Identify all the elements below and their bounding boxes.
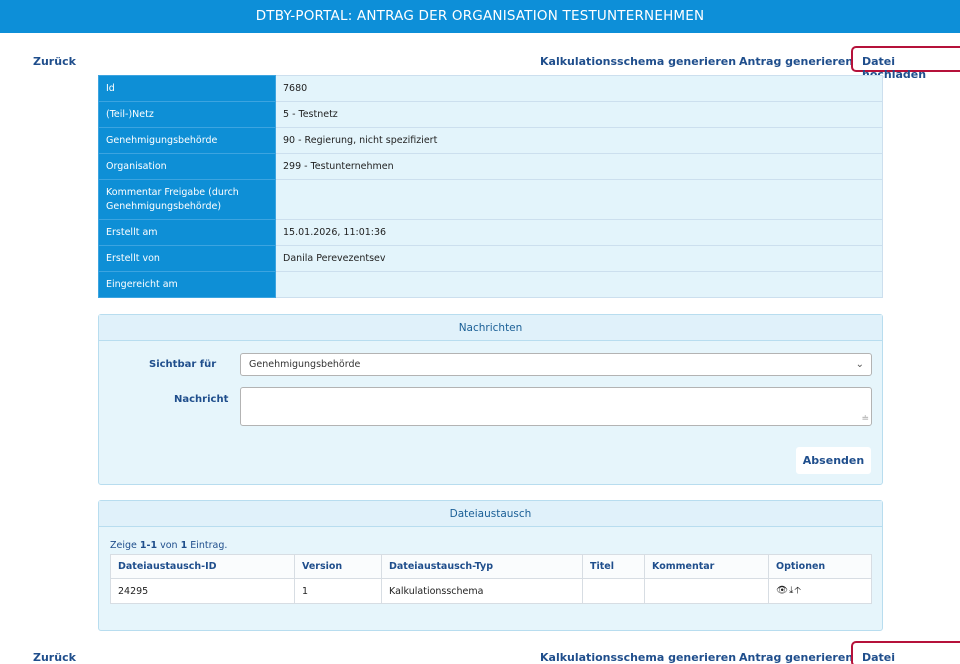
detail-row: Id 7680 — [98, 75, 883, 102]
detail-value — [275, 179, 883, 220]
summary-suffix: Eintrag. — [187, 540, 228, 551]
detail-value: Danila Perevezentsev — [275, 245, 883, 272]
column-header: Optionen — [768, 554, 872, 579]
detail-label: Organisation — [98, 153, 276, 180]
upload-arrow-icon[interactable]: 🡡 — [794, 585, 802, 596]
detail-row: Genehmigungsbehörde 90 - Regierung, nich… — [98, 127, 883, 154]
resize-handle-icon[interactable]: ≐ — [861, 414, 869, 424]
visible-for-select[interactable]: Genehmigungsbehörde ⌄ — [240, 353, 872, 376]
detail-value: 7680 — [275, 75, 883, 102]
column-header[interactable]: Version — [294, 554, 382, 579]
table-header-row: Dateiaustausch-ID Version Dateiaustausch… — [110, 554, 872, 579]
file-options-cell: 👁︎⤓🡡 — [768, 578, 872, 604]
back-link-bottom[interactable]: Zurück — [33, 651, 76, 664]
summary-range: 1-1 — [139, 540, 158, 551]
submit-button[interactable]: Absenden — [796, 447, 871, 474]
file-type-cell: Kalkulationsschema — [381, 578, 583, 604]
summary-mid: von — [157, 540, 181, 551]
detail-value — [275, 271, 883, 298]
detail-value: 15.01.2026, 11:01:36 — [275, 219, 883, 246]
generate-application-link-bottom[interactable]: Antrag generieren — [739, 651, 853, 664]
detail-row: Organisation 299 - Testunternehmen — [98, 153, 883, 180]
upload-file-link-bottom[interactable]: Datei hochladen — [862, 651, 960, 664]
detail-value: 5 - Testnetz — [275, 101, 883, 128]
detail-value: 90 - Regierung, nicht spezifiziert — [275, 127, 883, 154]
detail-label: Id — [98, 75, 276, 102]
detail-label: Erstellt am — [98, 219, 276, 246]
back-link[interactable]: Zurück — [33, 55, 76, 68]
detail-row: Erstellt am 15.01.2026, 11:01:36 — [98, 219, 883, 246]
visible-for-value: Genehmigungsbehörde — [249, 359, 361, 370]
detail-row: (Teil-)Netz 5 - Testnetz — [98, 101, 883, 128]
column-header[interactable]: Dateiaustausch-Typ — [381, 554, 583, 579]
column-header[interactable]: Kommentar — [644, 554, 769, 579]
detail-row: Eingereicht am — [98, 271, 883, 298]
chevron-down-icon: ⌄ — [855, 359, 864, 370]
generate-calculation-link[interactable]: Kalkulationsschema generieren — [540, 55, 736, 68]
file-exchange-table: Dateiaustausch-ID Version Dateiaustausch… — [110, 554, 872, 604]
generate-application-link[interactable]: Antrag generieren — [739, 55, 853, 68]
column-header[interactable]: Titel — [582, 554, 645, 579]
messages-panel-title: Nachrichten — [99, 315, 882, 341]
eye-icon[interactable]: 👁︎ — [776, 585, 789, 596]
detail-row: Erstellt von Danila Perevezentsev — [98, 245, 883, 272]
message-textarea[interactable]: ≐ — [240, 387, 872, 426]
file-version-cell: 1 — [294, 578, 382, 604]
summary-prefix: Zeige — [110, 540, 140, 551]
details-table: Id 7680 (Teil-)Netz 5 - Testnetz Genehmi… — [98, 75, 883, 298]
detail-label: Kommentar Freigabe (durch Genehmigungsbe… — [98, 179, 276, 220]
message-label: Nachricht — [174, 394, 229, 405]
file-comment-cell — [644, 578, 769, 604]
generate-calculation-link-bottom[interactable]: Kalkulationsschema generieren — [540, 651, 736, 664]
page-title: DTBY-PORTAL: ANTRAG DER ORGANISATION TES… — [255, 8, 705, 24]
file-exchange-panel: Dateiaustausch Zeige 1-1 von 1 Eintrag. … — [98, 500, 883, 631]
messages-panel: Nachrichten Sichtbar für Genehmigungsbeh… — [98, 314, 883, 485]
column-header[interactable]: Dateiaustausch-ID — [110, 554, 295, 579]
detail-row: Kommentar Freigabe (durch Genehmigungsbe… — [98, 179, 883, 220]
file-title-cell — [582, 578, 645, 604]
visible-for-label: Sichtbar für — [149, 359, 217, 370]
detail-label: Eingereicht am — [98, 271, 276, 298]
detail-label: Erstellt von — [98, 245, 276, 272]
table-summary: Zeige 1-1 von 1 Eintrag. — [110, 540, 227, 551]
page-title-bar: DTBY-PORTAL: ANTRAG DER ORGANISATION TES… — [0, 0, 960, 33]
file-id-cell: 24295 — [110, 578, 295, 604]
detail-value: 299 - Testunternehmen — [275, 153, 883, 180]
detail-label: Genehmigungsbehörde — [98, 127, 276, 154]
detail-label: (Teil-)Netz — [98, 101, 276, 128]
table-row: 24295 1 Kalkulationsschema 👁︎⤓🡡 — [110, 578, 872, 604]
file-exchange-panel-title: Dateiaustausch — [99, 501, 882, 527]
